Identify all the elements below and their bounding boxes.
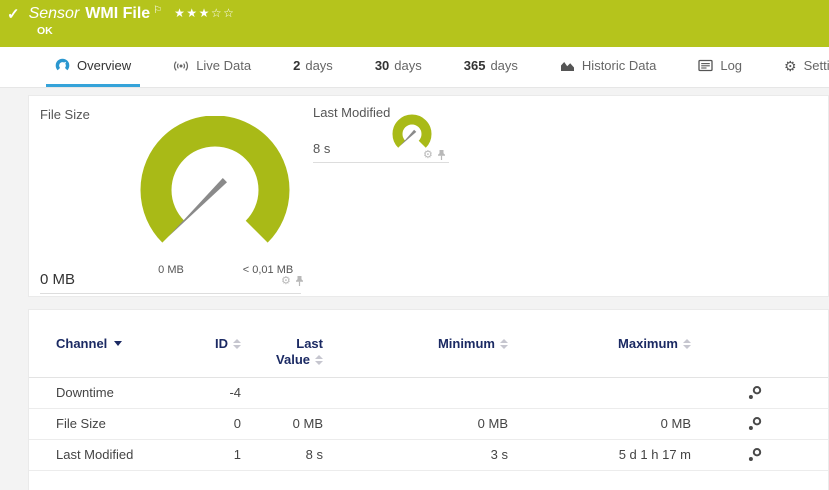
gauge-icon xyxy=(55,58,70,73)
main-content: File Size 0 MB < 0,01 MB ⚙ 0 MB Last Mod… xyxy=(0,88,829,490)
sort-icon xyxy=(500,339,508,349)
chevron-down-icon xyxy=(114,341,122,346)
table-row-downtime[interactable]: Downtime -4 xyxy=(29,378,828,409)
sort-icon xyxy=(683,339,691,349)
last-modified-current-value: 8 s xyxy=(313,141,330,156)
column-header-id[interactable]: ID xyxy=(176,336,241,351)
channel-name: Downtime xyxy=(56,385,176,400)
divider xyxy=(40,293,301,294)
tab-label: days xyxy=(394,58,421,73)
status-header: ✓ Sensor WMI File ⚐ ★★★☆☆ OK xyxy=(0,0,829,47)
sensor-page: ✓ Sensor WMI File ⚐ ★★★☆☆ OK Overview L xyxy=(0,0,829,490)
tab-label: days xyxy=(305,58,332,73)
last-modified-gauge-controls: ⚙ xyxy=(423,149,446,161)
pin-icon[interactable] xyxy=(437,149,446,161)
tab-number: 30 xyxy=(375,58,389,73)
table-row-last-modified[interactable]: Last Modified 1 8 s 3 s 5 d 1 h 17 m xyxy=(29,440,828,471)
tab-number: 2 xyxy=(293,58,300,73)
file-size-gauge xyxy=(140,116,290,273)
sensor-prefix-label: Sensor xyxy=(29,5,80,23)
tab-label: days xyxy=(490,58,517,73)
column-header-channel[interactable]: Channel xyxy=(56,336,176,351)
file-size-scale-min: 0 MB xyxy=(141,264,201,276)
tab-label: Overview xyxy=(77,58,131,73)
tab-365-days[interactable]: 365 days xyxy=(455,47,527,87)
live-data-icon xyxy=(173,59,189,73)
channel-minimum: 3 s xyxy=(323,447,508,462)
file-size-gauge-controls: ⚙ xyxy=(281,275,304,287)
column-header-last-value[interactable]: Last Value xyxy=(241,336,323,369)
log-icon xyxy=(698,59,713,72)
sensor-name: WMI File xyxy=(85,5,150,23)
table-row-file-size[interactable]: File Size 0 0 MB 0 MB 0 MB xyxy=(29,409,828,440)
gauge-needle xyxy=(168,178,227,237)
channel-name: File Size xyxy=(56,416,176,431)
tab-label: Settings xyxy=(804,58,829,73)
tab-number: 365 xyxy=(464,58,486,73)
tab-bar: Overview Live Data 2 days 30 days 365 da… xyxy=(0,47,829,88)
divider xyxy=(313,162,449,163)
column-header-maximum[interactable]: Maximum xyxy=(508,336,691,351)
edit-channel-icon[interactable] xyxy=(747,416,763,432)
file-size-current-value: 0 MB xyxy=(40,271,75,288)
status-badge: OK xyxy=(37,25,819,37)
channel-last-value: 8 s xyxy=(241,447,323,462)
gear-icon: ⚙ xyxy=(784,59,797,73)
status-check-icon: ✓ xyxy=(7,5,20,23)
tab-live-data[interactable]: Live Data xyxy=(164,47,260,87)
tab-label: Historic Data xyxy=(582,58,656,73)
channels-table-panel: Channel ID Last Value xyxy=(28,309,829,490)
tab-2-days[interactable]: 2 days xyxy=(284,47,342,87)
tab-label: Log xyxy=(720,58,742,73)
tab-label: Live Data xyxy=(196,58,251,73)
channel-maximum: 0 MB xyxy=(508,416,691,431)
sort-icon xyxy=(233,339,241,349)
channel-name: Last Modified xyxy=(56,447,176,462)
gauges-panel: File Size 0 MB < 0,01 MB ⚙ 0 MB Last Mod… xyxy=(28,95,829,297)
column-header-minimum[interactable]: Minimum xyxy=(323,336,508,351)
tab-historic-data[interactable]: Historic Data xyxy=(551,47,665,87)
tab-overview[interactable]: Overview xyxy=(46,47,140,87)
file-size-gauge-title: File Size xyxy=(40,107,90,122)
gauge-settings-icon[interactable]: ⚙ xyxy=(423,150,433,161)
tab-settings[interactable]: ⚙ Settings xyxy=(775,47,829,87)
tab-30-days[interactable]: 30 days xyxy=(366,47,431,87)
channel-maximum: 5 d 1 h 17 m xyxy=(508,447,691,462)
area-chart-icon xyxy=(560,59,575,72)
channel-last-value: 0 MB xyxy=(241,416,323,431)
channel-id: 0 xyxy=(176,416,241,431)
table-header-row: Channel ID Last Value xyxy=(29,310,828,378)
pin-icon[interactable] xyxy=(295,275,304,287)
edit-channel-icon[interactable] xyxy=(747,447,763,463)
gauge-settings-icon[interactable]: ⚙ xyxy=(281,276,291,287)
tab-log[interactable]: Log xyxy=(689,47,751,87)
channel-id: -4 xyxy=(176,385,241,400)
last-modified-gauge-title: Last Modified xyxy=(313,105,390,120)
flag-icon[interactable]: ⚐ xyxy=(153,5,162,16)
priority-stars[interactable]: ★★★☆☆ xyxy=(174,6,235,20)
sort-icon xyxy=(315,355,323,365)
channel-id: 1 xyxy=(176,447,241,462)
channel-minimum: 0 MB xyxy=(323,416,508,431)
edit-channel-icon[interactable] xyxy=(747,385,763,401)
